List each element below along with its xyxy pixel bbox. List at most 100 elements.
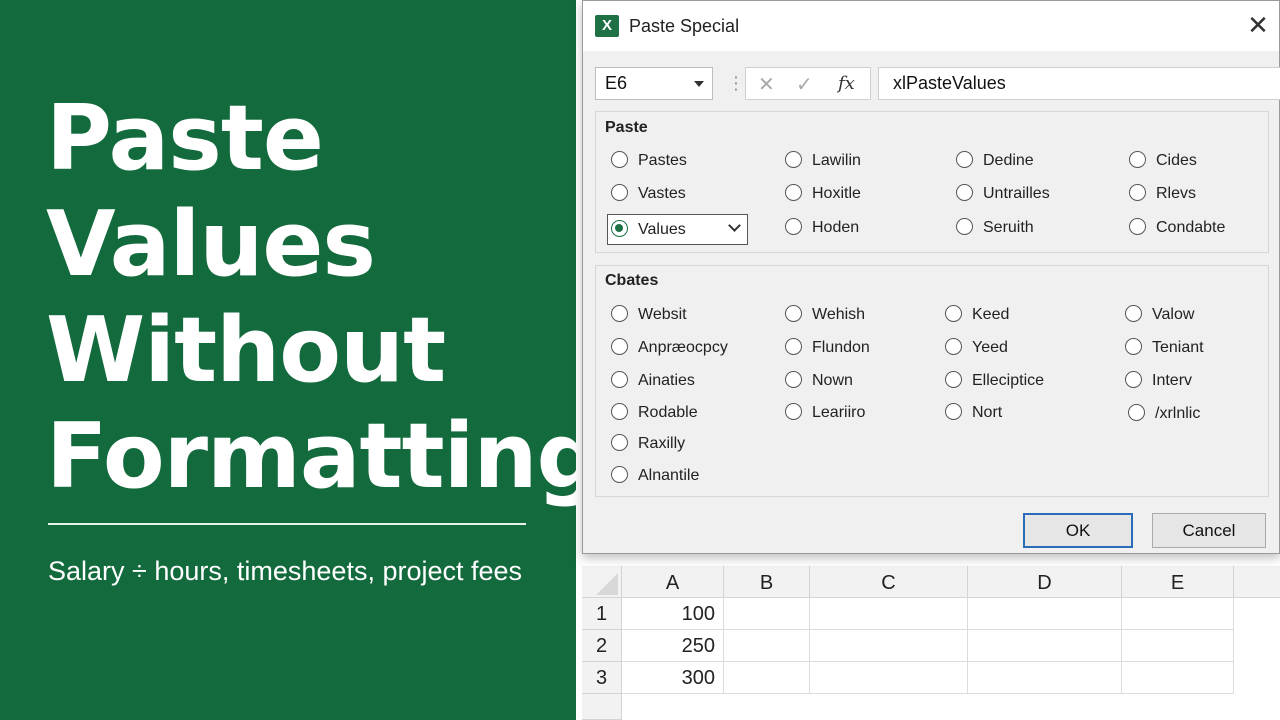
operation-option[interactable]: Interv bbox=[1125, 370, 1192, 392]
option-label: Interv bbox=[1152, 372, 1193, 389]
radio-icon bbox=[611, 466, 628, 484]
cell-a1[interactable]: 100 bbox=[622, 598, 724, 630]
operation-option[interactable]: Leariiro bbox=[785, 402, 865, 424]
cell[interactable] bbox=[1122, 630, 1234, 662]
radio-icon bbox=[1129, 184, 1146, 202]
radio-icon bbox=[785, 218, 802, 236]
option-label: Ellecipticе bbox=[972, 372, 1045, 389]
operation-option[interactable]: Wehish bbox=[785, 304, 865, 326]
radio-icon bbox=[1125, 338, 1142, 356]
promo-title-line: Paste bbox=[46, 86, 324, 191]
confirm-entry-icon[interactable]: ✓ bbox=[796, 72, 813, 97]
radio-icon bbox=[956, 151, 973, 169]
option-label: /xrlnlic bbox=[1155, 405, 1201, 422]
paste-option[interactable]: Hoden bbox=[785, 217, 859, 239]
row-header[interactable] bbox=[582, 694, 622, 720]
chevron-down-icon[interactable] bbox=[694, 81, 704, 87]
operation-option[interactable]: Keed bbox=[945, 304, 1009, 326]
cell[interactable] bbox=[1122, 662, 1234, 694]
paste-option[interactable]: Condabte bbox=[1129, 217, 1225, 239]
option-label: Hoden bbox=[812, 219, 860, 236]
operation-option[interactable]: Nort bbox=[945, 402, 1002, 424]
operation-option[interactable]: Ellecipticе bbox=[945, 370, 1044, 392]
operation-option[interactable]: Rodable bbox=[611, 402, 698, 424]
paste-option[interactable]: Vastes bbox=[611, 183, 686, 205]
option-label: Flundon bbox=[812, 339, 870, 356]
operation-option[interactable]: Alnantile bbox=[611, 465, 699, 487]
option-label: Condabte bbox=[1156, 219, 1226, 236]
paste-option[interactable]: Cides bbox=[1129, 150, 1197, 172]
paste-option[interactable]: Seruith bbox=[956, 217, 1034, 239]
column-header-a[interactable]: A bbox=[622, 566, 724, 598]
operation-option[interactable]: Valow bbox=[1125, 304, 1194, 326]
radio-icon bbox=[785, 305, 802, 323]
column-header-d[interactable]: D bbox=[968, 566, 1122, 598]
formula-bar-input[interactable]: xlPasteValues bbox=[878, 67, 1280, 100]
option-label: Values bbox=[638, 221, 686, 238]
cancel-button[interactable]: Cancel bbox=[1152, 513, 1266, 548]
column-header-b[interactable]: B bbox=[724, 566, 810, 598]
dialog-titlebar: X Paste Special ✕ bbox=[583, 1, 1279, 51]
formula-buttons: ✕ ✓ fx bbox=[745, 67, 871, 100]
operation-group-label: Cbates bbox=[605, 272, 659, 289]
name-box[interactable]: E6 bbox=[595, 67, 713, 100]
cancel-entry-icon[interactable]: ✕ bbox=[758, 72, 775, 97]
paste-option[interactable]: Untrailles bbox=[956, 183, 1050, 205]
operation-option[interactable]: Nown bbox=[785, 370, 853, 392]
paste-option[interactable]: Lawilin bbox=[785, 150, 861, 172]
name-box-value: E6 bbox=[605, 73, 628, 93]
promo-title: Paste Values Without Formatting bbox=[46, 86, 601, 510]
chevron-down-icon bbox=[728, 219, 741, 232]
row-header[interactable]: 1 bbox=[582, 598, 622, 630]
operation-option[interactable]: Ainaties bbox=[611, 370, 695, 392]
more-options-icon[interactable]: ⋮ bbox=[727, 73, 745, 94]
paste-option[interactable]: Rlevs bbox=[1129, 183, 1196, 205]
cell[interactable] bbox=[810, 630, 968, 662]
operation-option[interactable]: Teniant bbox=[1125, 337, 1204, 359]
column-header-c[interactable]: C bbox=[810, 566, 968, 598]
option-label: Cides bbox=[1156, 152, 1197, 169]
cell-a3[interactable]: 300 bbox=[622, 662, 724, 694]
option-label: Teniant bbox=[1152, 339, 1204, 356]
excel-icon: X bbox=[595, 15, 623, 37]
option-label: Hoxitle bbox=[812, 185, 861, 202]
close-icon[interactable]: ✕ bbox=[1243, 11, 1273, 41]
radio-icon bbox=[1129, 218, 1146, 236]
cell[interactable] bbox=[724, 662, 810, 694]
radio-icon bbox=[611, 434, 628, 452]
option-label: Valow bbox=[1152, 306, 1195, 323]
cell-a2[interactable]: 250 bbox=[622, 630, 724, 662]
cell[interactable] bbox=[810, 598, 968, 630]
operation-option[interactable]: Websit bbox=[611, 304, 687, 326]
radio-icon bbox=[611, 403, 628, 421]
cell[interactable] bbox=[1122, 598, 1234, 630]
column-header-e[interactable]: E bbox=[1122, 566, 1234, 598]
cell[interactable] bbox=[968, 598, 1122, 630]
option-label: Lawilin bbox=[812, 152, 861, 169]
paste-option[interactable]: Hoxitle bbox=[785, 183, 861, 205]
insert-function-icon[interactable]: fx bbox=[838, 73, 855, 94]
paste-option[interactable]: Dedine bbox=[956, 150, 1034, 172]
row-header[interactable]: 3 bbox=[582, 662, 622, 694]
radio-icon bbox=[611, 371, 628, 389]
radio-icon bbox=[1125, 305, 1142, 323]
operation-option[interactable]: Flundon bbox=[785, 337, 870, 359]
radio-icon bbox=[945, 305, 962, 323]
paste-option[interactable]: Pastes bbox=[611, 150, 687, 172]
cell[interactable] bbox=[968, 630, 1122, 662]
cell[interactable] bbox=[724, 630, 810, 662]
cell[interactable] bbox=[724, 598, 810, 630]
cell[interactable] bbox=[810, 662, 968, 694]
ok-button[interactable]: OK bbox=[1023, 513, 1133, 548]
paste-option-values[interactable]: Values bbox=[611, 219, 686, 241]
promo-subtitle: Salary ÷ hours, timesheets, project fees bbox=[48, 556, 523, 586]
operation-option[interactable]: Yeed bbox=[945, 337, 1008, 359]
operation-option[interactable]: /xrlnlic bbox=[1128, 403, 1200, 425]
operation-option[interactable]: Anpræocpcy bbox=[611, 337, 728, 359]
spreadsheet-grid: A B C D E 1 100 2 250 3 300 bbox=[582, 566, 1280, 720]
select-all-corner[interactable] bbox=[582, 566, 622, 598]
promo-panel: Paste Values Without Formatting Salary ÷… bbox=[0, 0, 601, 720]
operation-option[interactable]: Raxilly bbox=[611, 433, 685, 455]
cell[interactable] bbox=[968, 662, 1122, 694]
row-header[interactable]: 2 bbox=[582, 630, 622, 662]
